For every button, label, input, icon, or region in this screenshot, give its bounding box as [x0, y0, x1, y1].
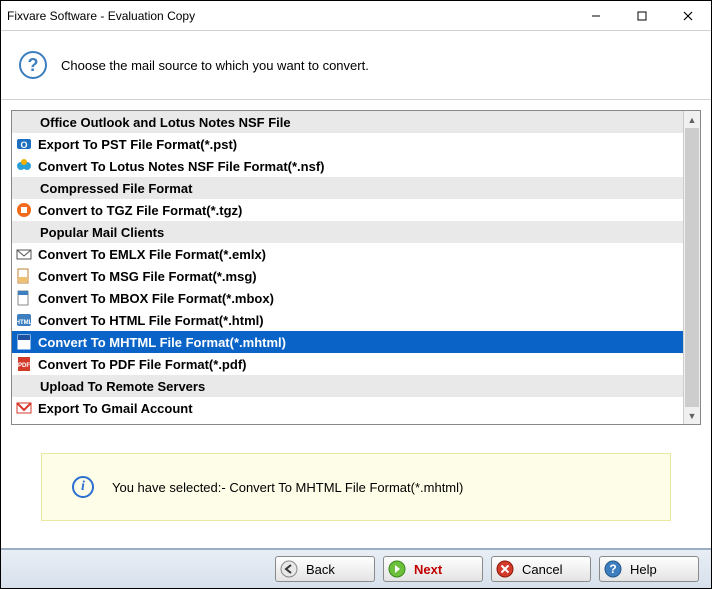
format-list[interactable]: Office Outlook and Lotus Notes NSF File O…	[12, 111, 683, 424]
list-item[interactable]: Convert To MSG File Format(*.msg)	[12, 265, 683, 287]
list-item[interactable]: O Export To PST File Format(*.pst)	[12, 133, 683, 155]
item-label: Convert To PDF File Format(*.pdf)	[38, 357, 246, 372]
back-button[interactable]: Back	[275, 556, 375, 582]
footer: Back Next Cancel ? Help	[1, 550, 711, 588]
nsf-icon	[16, 158, 32, 174]
item-label: Convert To MHTML File Format(*.mhtml)	[38, 335, 286, 350]
gmail-icon	[16, 400, 32, 416]
list-item[interactable]: Convert To MHTML File Format(*.mhtml)	[12, 331, 683, 353]
list-category: Office Outlook and Lotus Notes NSF File	[12, 111, 683, 133]
item-label: Convert To HTML File Format(*.html)	[38, 313, 264, 328]
html-icon: HTML	[16, 312, 32, 328]
back-arrow-icon	[280, 560, 298, 578]
help-icon: ?	[604, 560, 622, 578]
next-button[interactable]: Next	[383, 556, 483, 582]
list-item[interactable]: Convert To MBOX File Format(*.mbox)	[12, 287, 683, 309]
outlook-icon: O	[16, 136, 32, 152]
body: Office Outlook and Lotus Notes NSF File O…	[1, 100, 711, 548]
category-label: Office Outlook and Lotus Notes NSF File	[40, 115, 291, 130]
next-label: Next	[414, 562, 442, 577]
maximize-button[interactable]	[619, 1, 665, 31]
pdf-icon: PDF	[16, 356, 32, 372]
list-category: Compressed File Format	[12, 177, 683, 199]
list-category: Popular Mail Clients	[12, 221, 683, 243]
back-label: Back	[306, 562, 335, 577]
scroll-track[interactable]	[684, 128, 700, 407]
list-item[interactable]: Convert To EMLX File Format(*.emlx)	[12, 243, 683, 265]
list-item[interactable]: HTML Convert To HTML File Format(*.html)	[12, 309, 683, 331]
format-list-box: Office Outlook and Lotus Notes NSF File O…	[11, 110, 701, 425]
svg-text:PDF: PDF	[18, 363, 30, 369]
selection-info-panel: i You have selected:- Convert To MHTML F…	[41, 453, 671, 521]
help-button[interactable]: ? Help	[599, 556, 699, 582]
item-label: Convert to TGZ File Format(*.tgz)	[38, 203, 242, 218]
item-label: Convert To MSG File Format(*.msg)	[38, 269, 257, 284]
item-label: Convert To EMLX File Format(*.emlx)	[38, 247, 266, 262]
selection-info-text: You have selected:- Convert To MHTML Fil…	[112, 480, 463, 495]
item-label: Export To PST File Format(*.pst)	[38, 137, 237, 152]
list-item[interactable]: Export To Gmail Account	[12, 397, 683, 419]
window-title: Fixvare Software - Evaluation Copy	[7, 9, 573, 23]
info-icon: i	[72, 476, 94, 498]
category-label: Compressed File Format	[40, 181, 192, 196]
item-label: Export To Gmail Account	[38, 401, 193, 416]
app-window: Fixvare Software - Evaluation Copy ? Cho…	[0, 0, 712, 589]
svg-text:?: ?	[609, 562, 616, 576]
item-label: Convert To MBOX File Format(*.mbox)	[38, 291, 274, 306]
scrollbar[interactable]: ▲ ▼	[683, 111, 700, 424]
header-prompt: Choose the mail source to which you want…	[61, 58, 369, 73]
svg-text:O: O	[20, 140, 27, 150]
titlebar: Fixvare Software - Evaluation Copy	[1, 1, 711, 31]
svg-text:HTML: HTML	[16, 320, 32, 326]
item-label: Convert To Lotus Notes NSF File Format(*…	[38, 159, 325, 174]
list-item[interactable]: PDF Convert To PDF File Format(*.pdf)	[12, 353, 683, 375]
question-icon: ?	[19, 51, 47, 79]
list-item[interactable]: Convert to TGZ File Format(*.tgz)	[12, 199, 683, 221]
cancel-icon	[496, 560, 514, 578]
scroll-thumb[interactable]	[685, 128, 699, 407]
category-label: Upload To Remote Servers	[40, 379, 205, 394]
header: ? Choose the mail source to which you wa…	[1, 31, 711, 100]
category-label: Popular Mail Clients	[40, 225, 164, 240]
emlx-icon	[16, 246, 32, 262]
next-arrow-icon	[388, 560, 406, 578]
list-category: Upload To Remote Servers	[12, 375, 683, 397]
msg-icon	[16, 268, 32, 284]
list-item[interactable]: Convert To Lotus Notes NSF File Format(*…	[12, 155, 683, 177]
mbox-icon	[16, 290, 32, 306]
help-label: Help	[630, 562, 657, 577]
minimize-button[interactable]	[573, 1, 619, 31]
mhtml-icon	[16, 334, 32, 350]
cancel-label: Cancel	[522, 562, 562, 577]
scroll-down-button[interactable]: ▼	[684, 407, 700, 424]
close-button[interactable]	[665, 1, 711, 31]
scroll-up-button[interactable]: ▲	[684, 111, 700, 128]
cancel-button[interactable]: Cancel	[491, 556, 591, 582]
tgz-icon	[16, 202, 32, 218]
